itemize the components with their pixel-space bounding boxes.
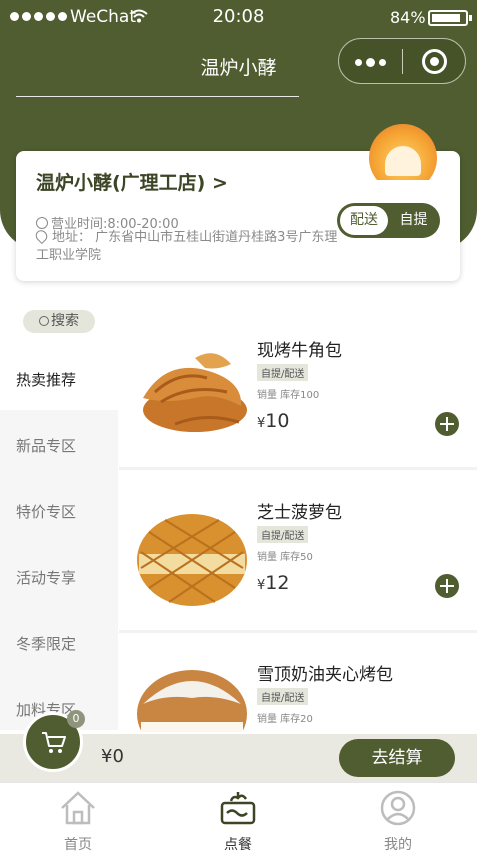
close-miniprogram-icon[interactable]: [422, 49, 447, 74]
checkout-button[interactable]: 去结算: [339, 739, 455, 777]
product-card[interactable]: 雪顶奶油夹心烤包 自提/配送 销量 库存20: [119, 652, 477, 732]
delivery-mode-toggle: 配送 自提: [337, 203, 440, 238]
page: WeChat 20:08 84% 温炉小酵 温炉小酵(广理工店) > 营业时间:…: [0, 0, 477, 853]
product-divider: [119, 467, 477, 470]
product-card[interactable]: 现烤牛角包 自提/配送 销量 库存100 ¥10: [119, 328, 477, 488]
category-hot[interactable]: 热卖推荐: [16, 369, 76, 390]
miniprogram-capsule: [338, 38, 466, 84]
brand-logo: [369, 124, 437, 180]
store-name: 温炉小酵(广理工店): [36, 172, 206, 194]
capsule-divider: [402, 49, 403, 74]
nav-divider: [16, 96, 299, 97]
price-value: 10: [265, 410, 290, 432]
cream-bun-image: [137, 670, 247, 732]
search-button[interactable]: 搜索: [23, 310, 95, 333]
product-divider: [119, 630, 477, 633]
tab-home-label: 首页: [64, 837, 92, 853]
battery-percent: 84%: [390, 8, 426, 27]
clock-icon: [36, 217, 48, 229]
cart-total: ¥0: [101, 746, 124, 767]
tab-order[interactable]: 点餐: [188, 783, 288, 853]
price-value: 12: [265, 572, 290, 594]
product-name: 芝士菠萝包: [257, 503, 342, 523]
tab-profile[interactable]: 我的: [348, 783, 448, 853]
tab-profile-label: 我的: [384, 837, 412, 853]
store-name-link[interactable]: 温炉小酵(广理工店) >: [36, 168, 228, 195]
order-icon: [220, 792, 256, 825]
product-stock: 销量 库存20: [257, 714, 313, 725]
store-address: 地址： 广东省中山市五桂山街道丹桂路3号广东理工职业学院: [33, 227, 346, 265]
pickup-option[interactable]: 自提: [390, 206, 437, 235]
category-new[interactable]: 新品专区: [16, 435, 76, 456]
search-label: 搜索: [51, 313, 79, 329]
home-icon: [61, 791, 95, 825]
tab-order-label: 点餐: [224, 837, 252, 853]
cart-icon: [42, 732, 66, 753]
category-special[interactable]: 特价专区: [16, 501, 76, 522]
battery-icon: [428, 10, 472, 26]
category-activity[interactable]: 活动专享: [16, 567, 76, 588]
tab-home[interactable]: 首页: [28, 783, 128, 853]
status-bar: WeChat 20:08 84%: [0, 0, 477, 36]
add-to-cart-icon[interactable]: [435, 574, 459, 598]
pineapple-bun-image: [137, 514, 247, 606]
product-tag: 自提/配送: [257, 364, 309, 381]
chevron-right-icon: >: [212, 172, 228, 194]
location-pin-icon: [33, 227, 50, 245]
product-stock: 销量 库存100: [257, 390, 320, 401]
product-stock: 销量 库存50: [257, 552, 313, 563]
product-name: 雪顶奶油夹心烤包: [257, 665, 393, 685]
address-text: 地址： 广东省中山市五桂山街道丹桂路3号广东理工职业学院: [36, 230, 338, 263]
product-name: 现烤牛角包: [257, 341, 342, 361]
product-price: ¥10: [257, 410, 289, 432]
product-tag: 自提/配送: [257, 526, 309, 543]
croissant-image: [143, 353, 247, 432]
product-tag: 自提/配送: [257, 688, 309, 705]
page-title: 温炉小酵: [200, 57, 277, 79]
more-icon[interactable]: [355, 58, 386, 67]
tab-bar: 首页 点餐 我的: [0, 782, 477, 853]
product-card[interactable]: 芝士菠萝包 自提/配送 销量 库存50 ¥12: [119, 490, 477, 650]
category-winter[interactable]: 冬季限定: [16, 633, 76, 654]
product-price: ¥12: [257, 572, 289, 594]
search-icon: [39, 316, 49, 326]
add-to-cart-icon[interactable]: [435, 412, 459, 436]
profile-icon: [380, 790, 416, 826]
cart-count-badge: 0: [67, 710, 85, 728]
delivery-option[interactable]: 配送: [340, 206, 388, 235]
